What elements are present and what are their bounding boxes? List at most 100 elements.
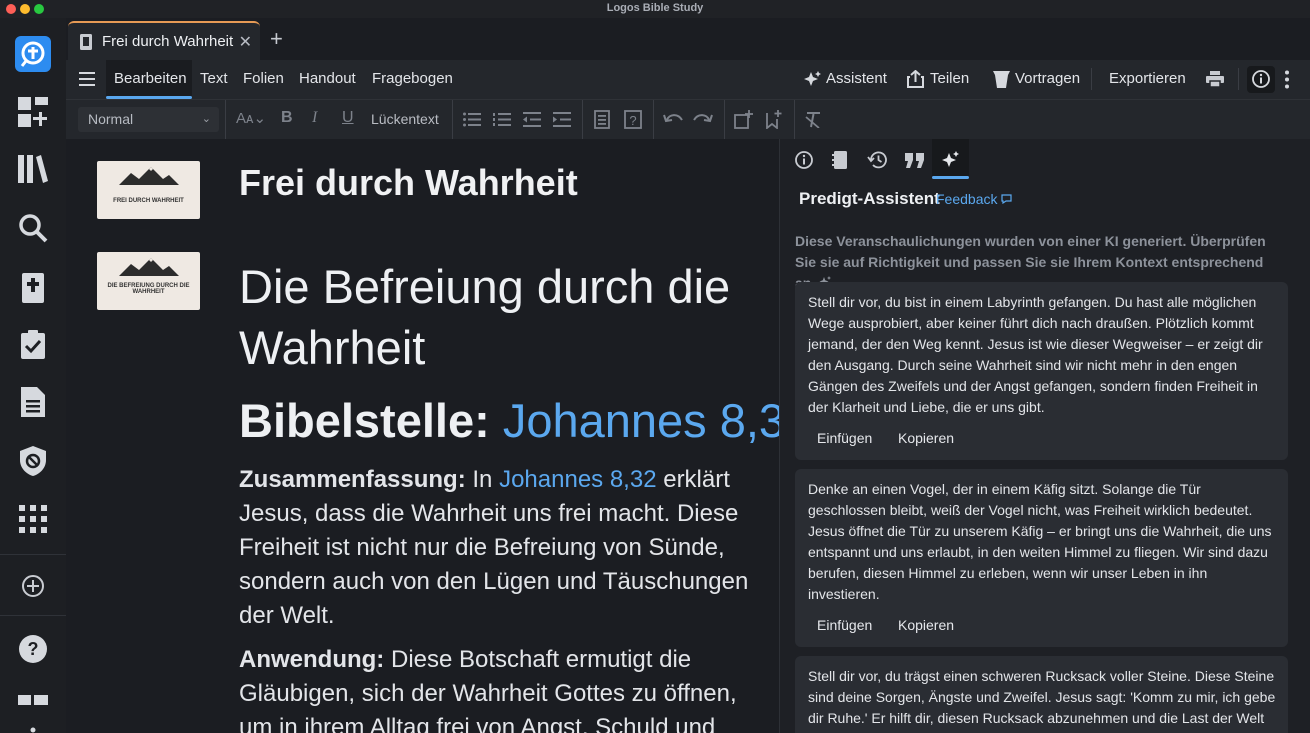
illustration-card: Stell dir vor, du bist in einem Labyrint… [795,282,1288,460]
info-button[interactable] [1247,66,1275,93]
chevron-down-icon: ⌄ [201,113,211,125]
add-slide-icon[interactable] [734,110,753,129]
application-label: Anwendung: [239,646,385,673]
new-tab-button[interactable]: + [270,26,283,52]
share-button[interactable]: Teilen [930,70,969,87]
close-tab-icon[interactable]: ✕ [239,32,252,52]
notebook-icon [832,151,847,169]
tab-strip: Frei durch Wahrheit ✕ + [66,18,1310,60]
panel-tabs [780,139,1310,179]
copy-button[interactable]: Kopieren [898,430,954,446]
underline-icon[interactable]: U [342,109,354,127]
bold-icon[interactable]: B [281,109,293,127]
illustration-text: Stell dir vor, du bist in einem Labyrint… [808,294,1263,415]
sidebar-divider [0,554,66,555]
sermon-heading[interactable]: Die Befreiung durch die Wahrheit [239,256,759,378]
application-paragraph[interactable]: Anwendung: Diese Botschaft ermutigt die … [239,643,759,733]
summary-scripture-link[interactable]: Johannes 8,32 [499,466,656,493]
bullet-list-icon[interactable] [463,112,481,127]
shield-icon[interactable] [0,441,66,481]
hamburger-menu-icon[interactable] [79,72,95,86]
cloze-button[interactable]: Lückentext [371,111,439,127]
outdent-icon[interactable] [523,112,541,127]
left-sidebar: ? [0,18,66,733]
add-circle-icon[interactable] [0,566,66,606]
summary-pre: In [472,466,493,493]
indent-icon[interactable] [553,112,571,127]
slide-thumbnail[interactable]: FREI DURCH WAHRHEIT [97,161,200,219]
sermon-doc-icon [80,33,92,50]
paragraph-style-value: Normal [88,111,134,127]
apps-grid-icon[interactable] [0,499,66,539]
scripture-link[interactable]: Johannes 8,32 [503,394,811,447]
document-editor[interactable]: FREI DURCH WAHRHEIT DIE BEFREIUNG DURCH … [66,139,811,733]
italic-icon[interactable]: I [312,109,317,127]
dashboard-add-icon[interactable] [0,92,66,132]
more-options-icon[interactable] [1284,70,1290,89]
svg-text:?: ? [28,639,39,659]
tasks-icon[interactable] [0,325,66,365]
panel-tab-assistant[interactable] [937,147,963,173]
insert-button[interactable]: Einfügen [817,430,872,446]
feedback-link[interactable]: Feedback [936,191,1012,207]
toolbar-separator [452,100,453,140]
copy-button[interactable]: Kopieren [898,617,954,633]
menu-fragebogen[interactable]: Fragebogen [372,70,453,87]
menu-handout[interactable]: Handout [299,70,356,87]
scripture-label: Bibelstelle: [239,394,490,447]
print-icon[interactable] [1206,71,1224,87]
redo-icon[interactable] [693,112,713,126]
numbered-list-icon[interactable] [493,112,511,127]
assistant-panel: Predigt-Assistent Feedback Diese Veransc… [779,139,1310,733]
menu-folien[interactable]: Folien [243,70,284,87]
clear-formatting-icon[interactable] [805,111,822,128]
question-block-icon[interactable]: ? [624,110,642,129]
summary-paragraph[interactable]: Zusammenfassung: In Johannes 8,32 erklär… [239,463,759,633]
panel-tab-quotes[interactable] [901,147,927,173]
font-size-icon[interactable]: Aᴀ⌄ [236,109,266,127]
slide-thumbnail[interactable]: DIE BEFREIUNG DURCH DIE WAHRHEIT [97,252,200,310]
insert-block-icon[interactable] [594,110,610,129]
thumbnail-title: DIE BEFREIUNG DURCH DIE WAHRHEIT [107,283,190,295]
undo-icon[interactable] [663,112,683,126]
toolbar-separator [724,100,725,140]
export-button[interactable]: Exportieren [1109,70,1186,87]
mountain-graphic [119,167,179,185]
document-title[interactable]: Frei durch Wahrheit [239,162,578,204]
sidebar-divider [0,615,66,616]
document-tab[interactable]: Frei durch Wahrheit ✕ [68,21,260,60]
menu-bar: Bearbeiten Text Folien Handout Frageboge… [66,60,1310,99]
info-icon [795,151,813,169]
toolbar-separator [225,100,226,140]
thumbnail-title: FREI DURCH WAHRHEIT [113,198,184,204]
app-title: Logos Bible Study [606,2,704,14]
present-button[interactable]: Vortragen [1015,70,1080,87]
panel-tab-info[interactable] [791,147,817,173]
document-icon[interactable] [0,382,66,422]
feedback-label: Feedback [936,191,998,207]
mountain-graphic [119,258,179,276]
search-icon[interactable] [0,208,66,248]
menu-text[interactable]: Text [200,70,228,87]
title-bar: Logos Bible Study [0,0,1310,18]
more-icon[interactable] [0,714,66,733]
panel-tab-notes[interactable] [827,147,853,173]
chat-bubble-icon [1001,194,1012,205]
illustration-text: Denke an einen Vogel, der in einem Käfig… [808,481,1272,602]
library-icon[interactable] [0,149,66,189]
scripture-heading[interactable]: Bibelstelle: Johannes 8,32 [239,393,811,448]
assistant-button[interactable]: Assistent [826,70,887,87]
paragraph-style-select[interactable]: Normal ⌄ [78,107,219,132]
illustration-card: Stell dir vor, du trägst einen schweren … [795,656,1288,733]
insert-button[interactable]: Einfügen [817,617,872,633]
help-icon[interactable]: ? [0,629,66,669]
info-icon [1252,70,1270,88]
menu-bearbeiten[interactable]: Bearbeiten [114,70,187,87]
panel-tab-history[interactable] [864,147,890,173]
panel-title: Predigt-Assistent [799,189,940,208]
bible-icon[interactable] [0,268,66,308]
sparkle-icon [804,71,821,86]
menu-separator [1091,68,1092,90]
logos-home-icon[interactable] [0,34,66,74]
bookmark-add-icon[interactable] [765,110,782,129]
